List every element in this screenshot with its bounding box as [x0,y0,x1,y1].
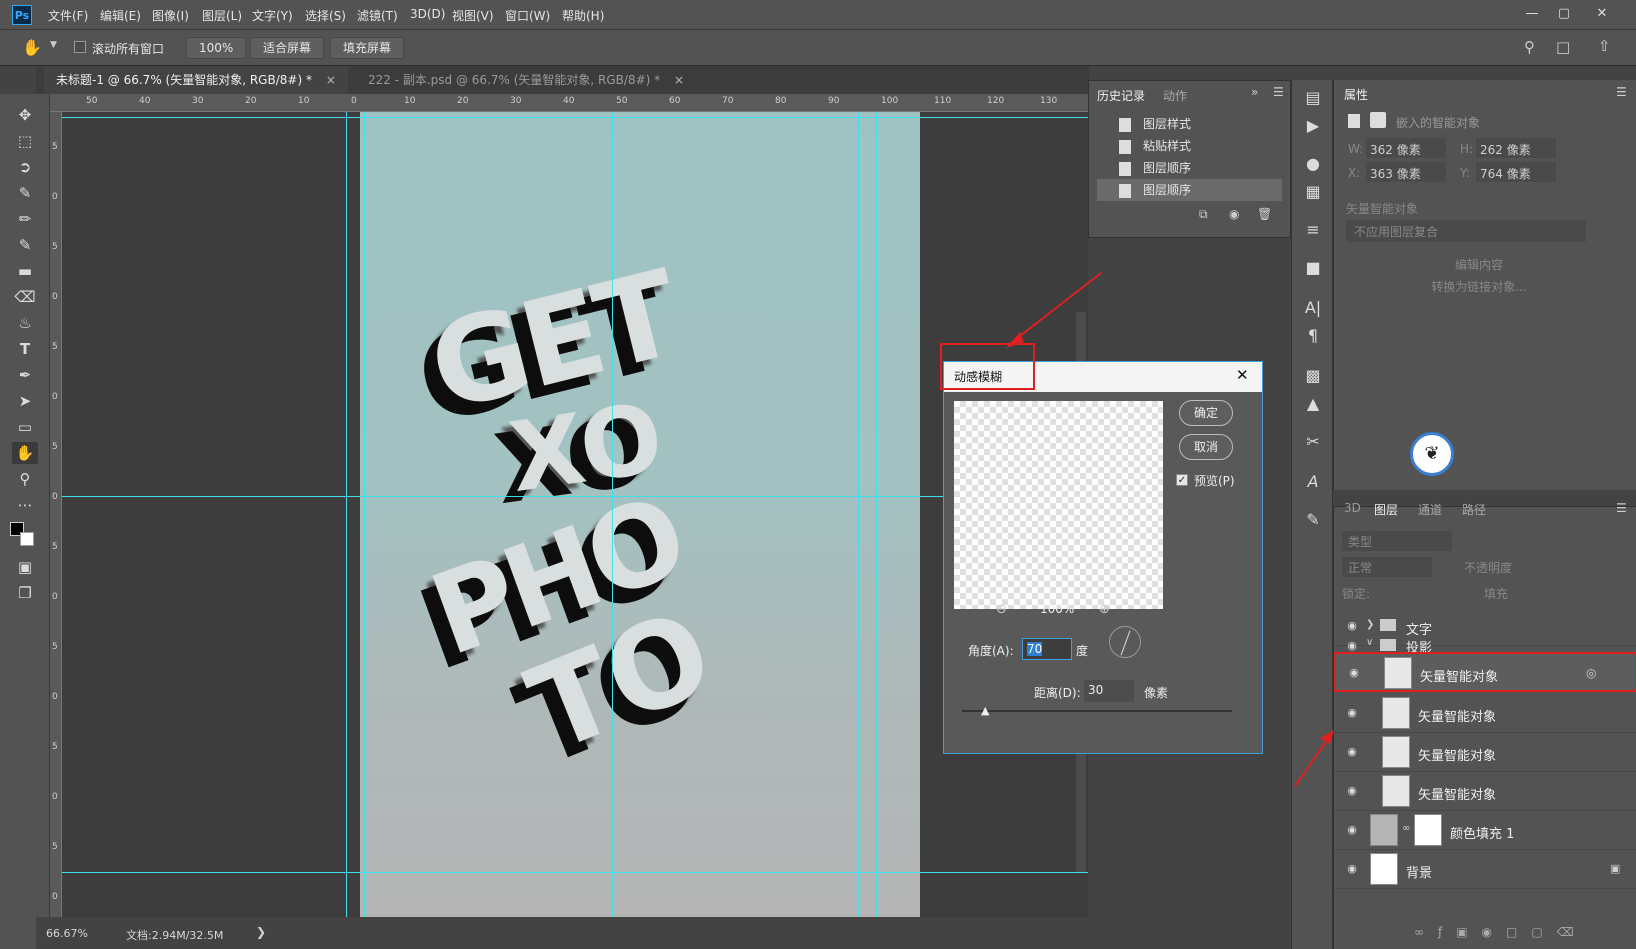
dialog-title-highlight [940,343,1035,390]
annotation-overlay [1006,272,1334,787]
motion-blur-dialog: 动感模糊 ✕ 确定 取消 ✓ 预览(P) ⊖ 100% ⊕ 角度(A): 70 … [943,361,1263,754]
angle-label: 角度(A): [968,644,1014,658]
red-arrowhead [1320,730,1334,744]
preview-label: 预览(P) [1194,474,1235,488]
angle-input[interactable]: 70 [1022,638,1072,660]
cancel-button[interactable]: 取消 [1179,434,1233,460]
angle-dial[interactable] [1109,626,1141,658]
preview-window[interactable] [954,401,1163,609]
close-icon[interactable]: ✕ [1236,366,1249,384]
distance-label: 距离(D): [1034,686,1081,700]
zoom-out-icon[interactable]: ⊖ [996,602,1007,617]
red-arrow [1010,272,1102,344]
angle-unit: 度 [1076,644,1089,658]
angle-value: 70 [1027,642,1043,656]
distance-slider-track[interactable] [962,710,1232,712]
zoom-in-icon[interactable]: ⊕ [1099,602,1110,617]
red-arrow [1294,735,1331,787]
angle-dial-needle [1120,630,1131,656]
distance-unit: 像素 [1144,686,1169,700]
preview-checkbox[interactable]: ✓ [1176,474,1188,486]
ok-button[interactable]: 确定 [1179,400,1233,426]
preview-zoom: 100% [1040,602,1075,616]
distance-slider-handle[interactable]: ▲ [981,704,989,717]
distance-input[interactable]: 30 [1084,680,1134,702]
